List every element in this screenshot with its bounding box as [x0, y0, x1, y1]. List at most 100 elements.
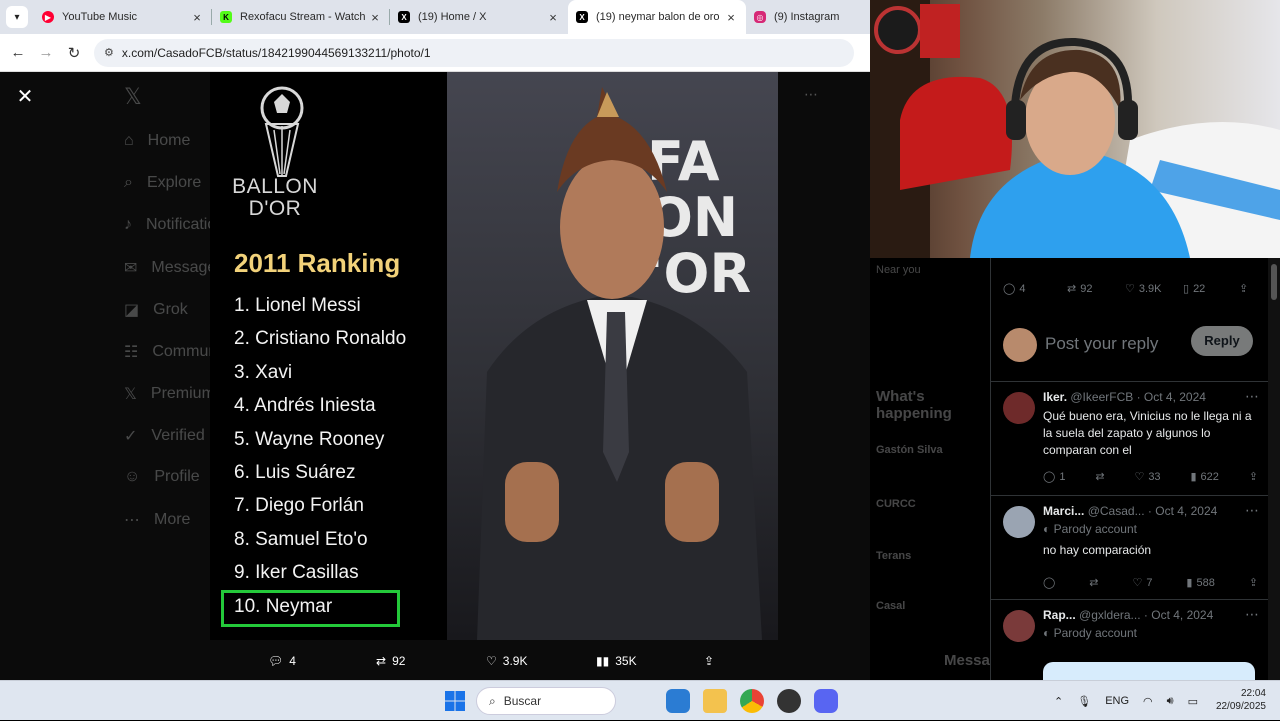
reply-icon: ◯: [1003, 283, 1016, 295]
reply-submit-button[interactable]: Reply: [1191, 326, 1253, 356]
obs-icon[interactable]: [777, 689, 801, 713]
tab-title: YouTube Music: [62, 11, 138, 23]
wifi-icon[interactable]: ◠: [1143, 695, 1153, 708]
close-icon[interactable]: ✕: [14, 86, 36, 108]
taskbar: ⌕ Buscar ⌃ 🎙︎ ENG ◠ 🔊︎ ▭ 22:04 22/09/202…: [0, 680, 1280, 720]
repost-button[interactable]: ⇄ 92: [376, 654, 405, 668]
chevron-up-icon[interactable]: ⌃: [1054, 695, 1063, 708]
bookmarks-count[interactable]: ▯ 22: [1183, 282, 1239, 296]
vscode-icon[interactable]: [666, 689, 690, 713]
comment-text: no hay comparación: [1043, 543, 1152, 557]
parody-label: ◐ Parody account: [1043, 626, 1137, 640]
reposts-count[interactable]: ⇄ 92: [1067, 282, 1125, 296]
more-icon[interactable]: ⋯: [1245, 502, 1259, 519]
mask-icon: ◐: [1043, 522, 1051, 536]
views-button[interactable]: ▮▮ 35K: [596, 654, 637, 668]
browser-window: ▾ ▶ YouTube Music × K Rexofacu Stream - …: [0, 0, 870, 680]
x-logo-icon: X: [398, 11, 410, 23]
like-button[interactable]: ♡ 3.9K: [486, 654, 527, 668]
volume-icon[interactable]: 🔊︎: [1167, 695, 1174, 708]
close-tab-icon[interactable]: ×: [546, 10, 560, 25]
likes-count[interactable]: ♡ 3.9K: [1125, 282, 1183, 296]
ranking-item: 8. Samuel Eto'o: [234, 528, 368, 550]
instagram-icon: ◎: [754, 11, 766, 23]
profile-icon: ☺: [124, 468, 141, 485]
ranking-highlight-box: [221, 590, 400, 627]
site-info-icon[interactable]: ⚙: [104, 46, 114, 59]
reload-icon[interactable]: ↻: [60, 44, 88, 62]
more-icon[interactable]: ⋯: [1245, 606, 1259, 623]
right-column: Near you What's happening Gastón Silva C…: [870, 0, 1280, 680]
share-icon[interactable]: ⇪: [1249, 576, 1258, 589]
ranking-item: 7. Diego Forlán: [234, 495, 364, 517]
more-icon[interactable]: ⋯: [1245, 388, 1259, 405]
taskbar-search[interactable]: ⌕ Buscar: [476, 687, 616, 715]
url-field[interactable]: ⚙ x.com/CasadoFCB/status/184219904456913…: [94, 38, 854, 67]
back-arrow-icon[interactable]: ←: [4, 44, 32, 61]
address-bar: ← → ↻ ⚙ x.com/CasadoFCB/status/184219904…: [0, 34, 870, 72]
share-icon[interactable]: ⇪: [1239, 282, 1248, 295]
like-button[interactable]: ♡ 33: [1134, 470, 1160, 484]
replies-panel: ◯ 4 ⇄ 92 ♡ 3.9K ▯ 22 ⇪ Post your reply Reply…: [990, 258, 1269, 680]
ballon-dor-wordmark: BALLON D'OR: [232, 175, 318, 220]
views-button[interactable]: ▮ 588: [1186, 576, 1214, 590]
reply-button[interactable]: ◯: [1043, 576, 1055, 589]
tab-strip: ▾ ▶ YouTube Music × K Rexofacu Stream - …: [0, 0, 870, 34]
close-tab-icon[interactable]: ×: [190, 10, 204, 25]
background-media-controls: ⋯: [780, 72, 870, 680]
comment-actions: ◯ 1 ⇄ ♡ 33 ▮ 622 ⇪: [1043, 470, 1258, 484]
tab-x-neymar[interactable]: X (19) neymar balon de oro ×: [568, 0, 746, 34]
reply-icon: 💬︎: [268, 654, 284, 668]
search-icon: ⌕: [124, 174, 133, 191]
parody-label: ◐ Parody account: [1043, 522, 1137, 536]
tab-instagram[interactable]: ◎ (9) Instagram: [746, 0, 866, 34]
comment-text: Qué bueno era, Vinicius no le llega ni a…: [1043, 409, 1252, 457]
grok-icon: ◪: [124, 302, 140, 319]
communities-icon: ☷: [124, 344, 139, 361]
reply-button[interactable]: ◯ 1: [1043, 470, 1065, 484]
more-options-icon[interactable]: ⋯: [804, 86, 818, 103]
tab-x-home[interactable]: X (19) Home / X ×: [390, 0, 568, 34]
like-button[interactable]: ♡ 7: [1132, 576, 1152, 590]
views-button[interactable]: ▮ 622: [1190, 470, 1218, 484]
embedded-media[interactable]: [1043, 662, 1255, 680]
media-action-bar: 💬︎ 4 ⇄ 92 ♡ 3.9K ▮▮ 35K ⇪: [0, 650, 870, 680]
forward-arrow-icon[interactable]: →: [32, 44, 60, 61]
battery-icon[interactable]: ▭: [1188, 695, 1198, 708]
repost-icon: ⇄: [376, 654, 387, 668]
youtube-music-icon: ▶: [42, 11, 54, 23]
repost-icon: ⇄: [1067, 283, 1077, 295]
ranking-item: 3. Xavi: [234, 361, 293, 383]
microphone-icon[interactable]: 🎙︎: [1077, 695, 1091, 708]
windows-start-icon[interactable]: [443, 689, 467, 713]
comment-item: Rap... @gxldera... · Oct 4, 2024 ⋯ ◐ Par…: [991, 600, 1269, 680]
chrome-icon[interactable]: [740, 689, 764, 713]
reply-button[interactable]: 💬︎ 4: [268, 654, 296, 668]
close-tab-icon[interactable]: ×: [724, 10, 738, 25]
clock[interactable]: 22:04 22/09/2025: [1206, 687, 1266, 713]
repost-button[interactable]: ⇄: [1089, 576, 1098, 589]
language-indicator[interactable]: ENG: [1105, 695, 1129, 707]
close-tab-icon[interactable]: ×: [368, 10, 382, 25]
replies-count[interactable]: ◯ 4: [1003, 282, 1067, 296]
mail-icon: ✉: [124, 260, 138, 277]
avatar: [1003, 610, 1035, 642]
scrollbar[interactable]: [1268, 258, 1280, 680]
tab-title: (19) Home / X: [418, 11, 487, 23]
ranking-title: 2011 Ranking: [234, 248, 401, 278]
background-nav: 𝕏 ⌂ Home ⌕ Explore ♪ Notifications ✉ Message…: [124, 84, 246, 529]
kick-icon: K: [220, 11, 232, 23]
file-explorer-icon[interactable]: [703, 689, 727, 713]
share-button[interactable]: ⇪: [704, 654, 714, 668]
discord-icon[interactable]: [814, 689, 838, 713]
heart-icon: ♡: [1125, 283, 1135, 295]
bell-icon: ♪: [124, 216, 132, 233]
repost-button[interactable]: ⇄: [1095, 470, 1104, 483]
tab-kick-stream[interactable]: K Rexofacu Stream - Watch Liv ×: [212, 0, 390, 34]
chevron-down-icon: ▾: [14, 11, 20, 23]
tab-youtube-music[interactable]: ▶ YouTube Music ×: [34, 0, 212, 34]
reply-input[interactable]: Post your reply: [1045, 334, 1158, 354]
tab-search-button[interactable]: ▾: [6, 6, 28, 28]
share-icon[interactable]: ⇪: [1249, 470, 1258, 483]
tab-title: Rexofacu Stream - Watch Liv: [240, 11, 368, 23]
